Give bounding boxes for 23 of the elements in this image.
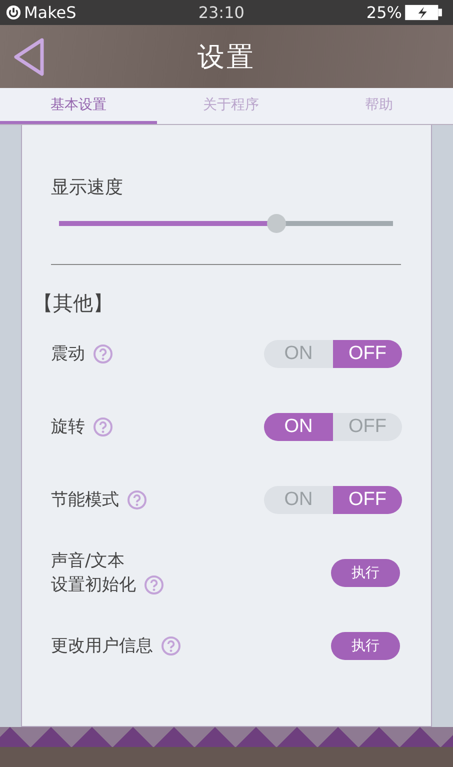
execute-button[interactable]: 执行 bbox=[331, 558, 400, 586]
back-icon[interactable] bbox=[12, 37, 46, 77]
speed-slider[interactable] bbox=[59, 214, 393, 233]
section-title: 【其他】 bbox=[33, 290, 114, 317]
help-icon[interactable] bbox=[161, 636, 181, 656]
power-icon bbox=[6, 5, 21, 20]
battery-percent: 25% bbox=[366, 3, 402, 22]
help-icon[interactable] bbox=[144, 574, 164, 594]
clock: 23:10 bbox=[198, 3, 244, 22]
execute-button[interactable]: 执行 bbox=[331, 632, 400, 660]
setting-label: 显示速度 bbox=[51, 176, 124, 199]
help-icon[interactable] bbox=[127, 490, 147, 510]
help-icon[interactable] bbox=[93, 344, 113, 364]
setting-label: 声音/文本 bbox=[51, 550, 125, 572]
setting-label: 设置初始化 bbox=[51, 574, 136, 596]
setting-label: 节能模式 bbox=[51, 488, 119, 512]
page-title: 设置 bbox=[198, 40, 256, 74]
carrier-name: MakeS bbox=[24, 3, 76, 22]
setting-label: 更改用户信息 bbox=[51, 634, 153, 658]
battery-charging-icon bbox=[404, 4, 443, 21]
help-icon[interactable] bbox=[93, 416, 113, 436]
setting-label: 旋转 bbox=[51, 416, 85, 438]
setting-label: 震动 bbox=[51, 342, 85, 366]
